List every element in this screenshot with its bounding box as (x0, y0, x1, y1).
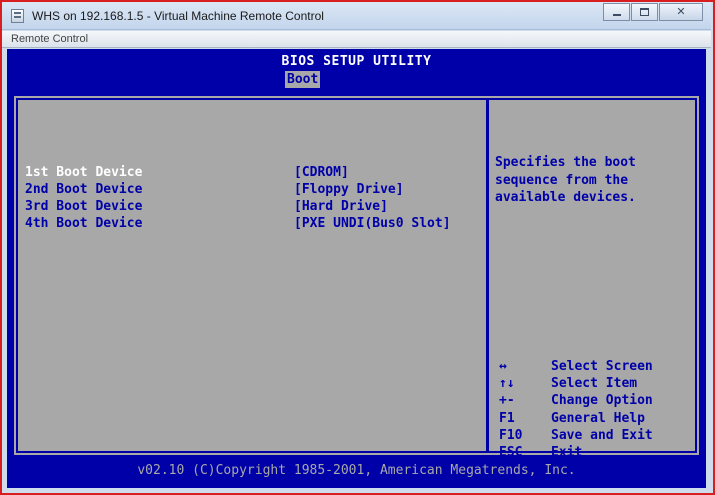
boot-device-1-value[interactable]: [CDROM] (294, 164, 349, 181)
boot-device-4-label[interactable]: 4th Boot Device (25, 215, 142, 232)
esc-key: ESC (499, 444, 523, 460)
menu-bar: Remote Control (2, 31, 711, 48)
help-divider (486, 100, 489, 451)
key-action: Save and Exit (551, 427, 653, 443)
key-action: General Help (551, 410, 645, 426)
up-down-arrow-icon: ↑↓ (499, 376, 515, 392)
bios-screen[interactable]: BIOS SETUP UTILITY Boot 1st Boot Device … (7, 49, 706, 488)
maximize-icon (640, 8, 649, 16)
minimize-button[interactable] (603, 3, 630, 21)
key-action: Exit (551, 444, 583, 460)
f1-key: F1 (499, 410, 515, 426)
help-line-2: sequence from the (495, 172, 629, 188)
key-action: Change Option (551, 393, 653, 409)
f10-key: F10 (499, 427, 523, 443)
tab-boot[interactable]: Boot (285, 71, 321, 88)
maximize-button[interactable] (631, 3, 658, 21)
key-legend: ↔ Select Screen ↑↓ Select Item +- Change Op… (499, 358, 653, 461)
bios-title: BIOS SETUP UTILITY (281, 54, 432, 69)
boot-device-3-value[interactable]: [Hard Drive] (294, 198, 388, 215)
bios-copyright-footer: v02.10 (C)Copyright 1985-2001, American … (137, 463, 576, 478)
key-action: Select Item (551, 376, 638, 392)
boot-device-2-value[interactable]: [Floppy Drive] (294, 181, 404, 198)
key-row-save-exit: F10 Save and Exit (499, 427, 653, 444)
boot-device-1-label[interactable]: 1st Boot Device (25, 164, 142, 181)
window-controls: ✕ (602, 3, 703, 21)
key-row-select-screen: ↔ Select Screen (499, 358, 653, 375)
close-button[interactable]: ✕ (659, 3, 703, 21)
minimize-icon (612, 14, 621, 16)
key-row-general-help: F1 General Help (499, 410, 653, 427)
key-row-change-option: +- Change Option (499, 392, 653, 409)
boot-device-3-label[interactable]: 3rd Boot Device (25, 198, 142, 215)
boot-device-2-label[interactable]: 2nd Boot Device (25, 181, 142, 198)
window-titlebar[interactable]: WHS on 192.168.1.5 - Virtual Machine Rem… (2, 2, 711, 30)
left-right-arrow-icon: ↔ (499, 359, 507, 374)
key-row-select-item: ↑↓ Select Item (499, 375, 653, 392)
bios-main-panel: 1st Boot Device [CDROM] 2nd Boot Device … (11, 93, 702, 461)
boot-device-4-value[interactable]: [PXE UNDI(Bus0 Slot] (294, 215, 451, 232)
key-action: Select Screen (551, 359, 653, 374)
window-title: WHS on 192.168.1.5 - Virtual Machine Rem… (32, 9, 324, 23)
menu-remote-control[interactable]: Remote Control (11, 33, 88, 45)
key-row-exit: ESC Exit (499, 444, 653, 461)
plus-minus-key: +- (499, 393, 515, 409)
help-description: Specifies the boot sequence from the ava… (495, 154, 685, 207)
remote-control-app-icon (11, 9, 24, 23)
close-icon: ✕ (676, 5, 686, 18)
help-line-3: available devices. (495, 190, 636, 205)
help-line-1: Specifies the boot (495, 155, 636, 170)
